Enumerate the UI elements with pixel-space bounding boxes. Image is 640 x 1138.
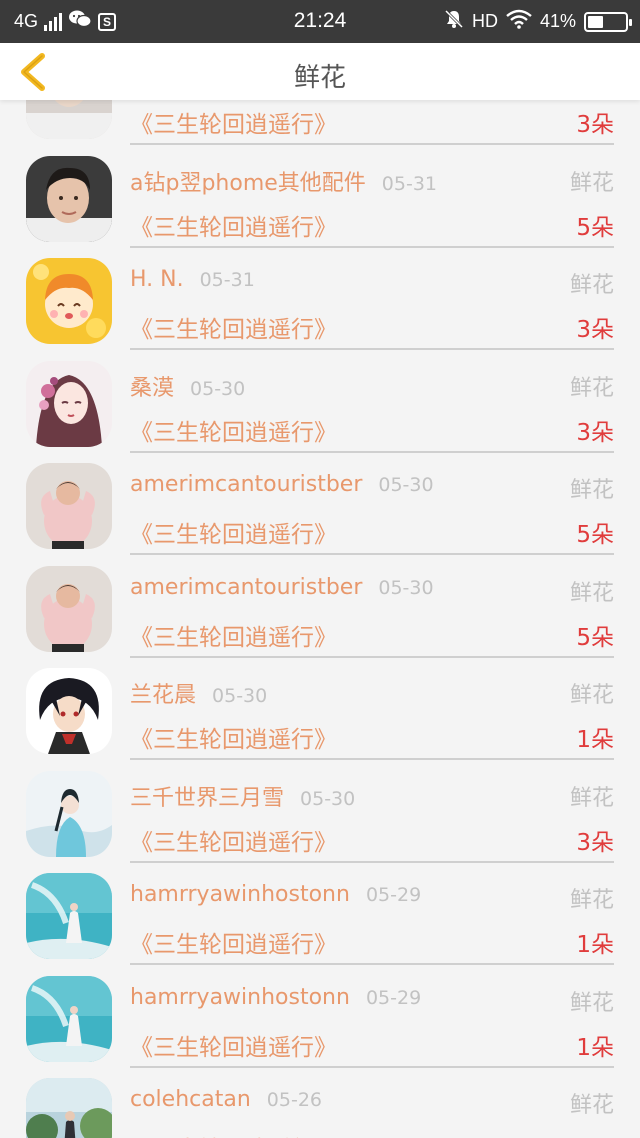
list-item[interactable]: 鲜花《三生轮回逍遥行》3朵 [0,100,640,145]
user-name[interactable]: amerimcantouristber [130,472,362,497]
list-item[interactable]: 三千世界三月雪 05-30 鲜花 《三生轮回逍遥行》 3朵 [0,744,640,863]
list-item[interactable]: H. N. 05-31 鲜花 《三生轮回逍遥行》 3朵 [0,231,640,350]
list-item[interactable]: colehcatan 05-26 鲜花《三生轮回逍遥行》3朵 [0,1051,640,1138]
item-meta: colehcatan 05-26 鲜花 [130,1087,614,1123]
avatar[interactable] [26,873,112,959]
flower-gift-list[interactable]: 鲜花《三生轮回逍遥行》3朵a钻p翌phome其他配件05-31鲜花《三生轮回逍遥… [0,100,640,1138]
mute-bell-icon [444,9,464,34]
user-name[interactable]: H. N. [130,267,184,292]
gift-type: 鲜花 [569,375,614,401]
avatar[interactable] [26,1078,112,1138]
list-item[interactable]: amerimcantouristber 05-30 鲜花 《三生轮回逍遥行》 5朵 [0,539,640,658]
header: 鲜花 [0,43,640,100]
list-content: 鲜花《三生轮回逍遥行》3朵a钻p翌phome其他配件05-31鲜花《三生轮回逍遥… [0,100,640,1138]
avatar[interactable] [26,975,112,1062]
list-item[interactable]: amerimcantouristber 05-30 鲜花 《三生轮回逍遥行》 5朵 [0,436,640,555]
item-meta: hamrryawinhostonn 05-29 鲜花 [130,882,614,918]
gift-date: 05-29 [365,884,422,906]
avatar[interactable] [26,258,112,344]
item-detail: 《三生轮回逍遥行》3朵 [130,1130,614,1138]
avatar[interactable] [26,770,112,857]
gift-type: 鲜花 [569,683,614,708]
item-meta: amerimcantouristber 05-30 鲜花 [130,472,614,508]
flower-count: 3朵 [576,1130,614,1138]
user-name[interactable]: amerimcantouristber [130,575,362,600]
user-name[interactable]: hamrryawinhostonn [130,985,350,1010]
gift-date: 05-30 [190,377,246,400]
gift-type: 鲜花 [569,273,614,298]
gift-date: 05-30 [300,787,356,810]
user-name[interactable]: colehcatan [130,1087,251,1112]
status-bar: 4G S 21:24 HD 41% [0,0,640,43]
gift-type: 鲜花 [569,1093,614,1118]
item-meta: hamrryawinhostonn 05-29 鲜花 [130,985,614,1021]
gift-date: 05-29 [365,986,422,1009]
battery-fill [588,15,603,28]
item-meta: 三千世界三月雪 05-30 鲜花 [130,780,614,816]
gift-date: 05-26 [266,1089,322,1111]
battery-icon [584,11,632,32]
wifi-icon [506,9,532,34]
avatar[interactable] [26,360,112,447]
gift-date: 05-30 [212,685,268,707]
list-item[interactable]: hamrryawinhostonn 05-29 鲜花 《三生轮回逍遥行》 1朵 [0,846,640,965]
avatar[interactable] [26,668,112,754]
user-name[interactable]: a钻p翌phome其他配件 [130,171,366,196]
avatar[interactable] [26,463,112,549]
list-item[interactable]: 桑漠 05-30 鲜花 《三生轮回逍遥行》 3朵 [0,334,640,453]
battery-percent: 41% [539,11,576,31]
user-name[interactable]: 桑漠 [130,376,174,401]
list-item[interactable]: 兰花晨 05-30 鲜花 《三生轮回逍遥行》 1朵 [0,641,640,760]
item-meta: a钻p翌phome其他配件 05-31 鲜花 [130,165,614,201]
avatar[interactable] [26,565,112,652]
item-meta: amerimcantouristber 05-30 鲜花 [130,575,614,611]
item-meta: 桑漠 05-30 鲜花 [130,370,614,406]
avatar[interactable] [26,155,112,242]
item-meta: 兰花晨 05-30 鲜花 [130,677,614,713]
page-title: 鲜花 [293,63,346,93]
gift-type: 鲜花 [569,170,614,196]
gift-type: 鲜花 [569,888,614,913]
status-right: HD 41% [444,9,632,34]
hd-label: HD [471,11,498,31]
gift-type: 鲜花 [569,990,614,1016]
gift-type: 鲜花 [569,580,614,606]
gift-type: 鲜花 [569,478,614,503]
list-item[interactable]: hamrryawinhostonn 05-29 鲜花 《三生轮回逍遥行》 1朵 [0,949,640,1068]
gift-type: 鲜花 [569,785,614,811]
user-name[interactable]: 兰花晨 [130,683,196,708]
gift-date: 05-30 [378,474,434,496]
list-item[interactable]: a钻p翌phome其他配件 05-31 鲜花 《三生轮回逍遥行》 5朵 [0,129,640,248]
gift-date: 05-31 [199,269,255,291]
item-meta: H. N. 05-31 鲜花 [130,267,614,303]
gift-date: 05-31 [381,172,437,195]
user-name[interactable]: 三千世界三月雪 [130,786,284,811]
gift-date: 05-30 [378,576,434,599]
user-name[interactable]: hamrryawinhostonn [130,882,350,907]
